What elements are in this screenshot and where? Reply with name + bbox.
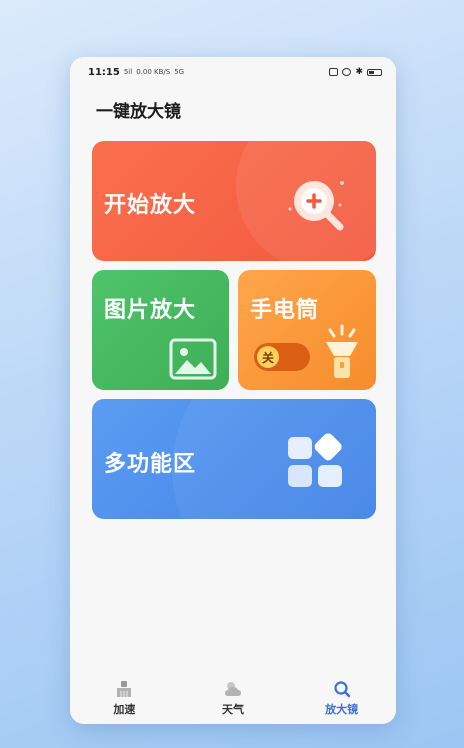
zoom-in-icon xyxy=(288,181,344,231)
page-title: 一键放大镜 xyxy=(96,102,181,122)
battery-icon xyxy=(367,68,382,76)
start-magnify-label: 开始放大 xyxy=(104,193,197,218)
tab-label: 天气 xyxy=(221,702,244,716)
tab-label: 放大镜 xyxy=(325,702,359,716)
network-speed: 0.00 KB/S xyxy=(136,68,171,76)
phone-screen: 11:15 5il 0.00 KB/S 5G ✱ 一键放大镜 开始放大 图片放大… xyxy=(70,57,396,724)
status-bar: 11:15 5il 0.00 KB/S 5G ✱ xyxy=(70,57,396,87)
bottom-tab-bar: 加速 天气 放大镜 xyxy=(70,672,396,724)
alarm-icon xyxy=(329,68,339,76)
toggle-knob: 关 xyxy=(257,346,279,368)
multi-function-card[interactable]: 多功能区 xyxy=(92,399,376,519)
status-time: 11:15 xyxy=(88,66,120,78)
multi-function-label: 多功能区 xyxy=(104,452,197,477)
flashlight-icon xyxy=(326,324,358,378)
app-grid-icon xyxy=(288,433,342,487)
flashlight-toggle[interactable]: 关 xyxy=(254,343,310,371)
photo-magnify-card[interactable]: 图片放大 xyxy=(92,270,229,390)
toggle-state-label: 关 xyxy=(261,350,274,365)
flashlight-card[interactable]: 手电筒 关 xyxy=(238,270,376,390)
magnifier-icon xyxy=(334,680,350,697)
bluetooth-icon: ✱ xyxy=(355,67,363,77)
tab-label: 加速 xyxy=(113,702,136,716)
tab-speedup[interactable]: 加速 xyxy=(84,680,164,717)
cloud-sun-icon xyxy=(224,681,241,696)
location-icon xyxy=(342,68,352,76)
flashlight-label: 手电筒 xyxy=(250,298,320,323)
start-magnify-card[interactable]: 开始放大 xyxy=(92,141,376,261)
tab-weather[interactable]: 天气 xyxy=(193,680,273,717)
signal-indicator: 5il xyxy=(123,68,133,76)
photo-magnify-label: 图片放大 xyxy=(104,298,197,323)
tab-magnifier[interactable]: 放大镜 xyxy=(302,680,382,717)
broom-icon xyxy=(117,680,132,697)
image-icon xyxy=(169,338,217,380)
network-type: 5G xyxy=(174,68,185,76)
